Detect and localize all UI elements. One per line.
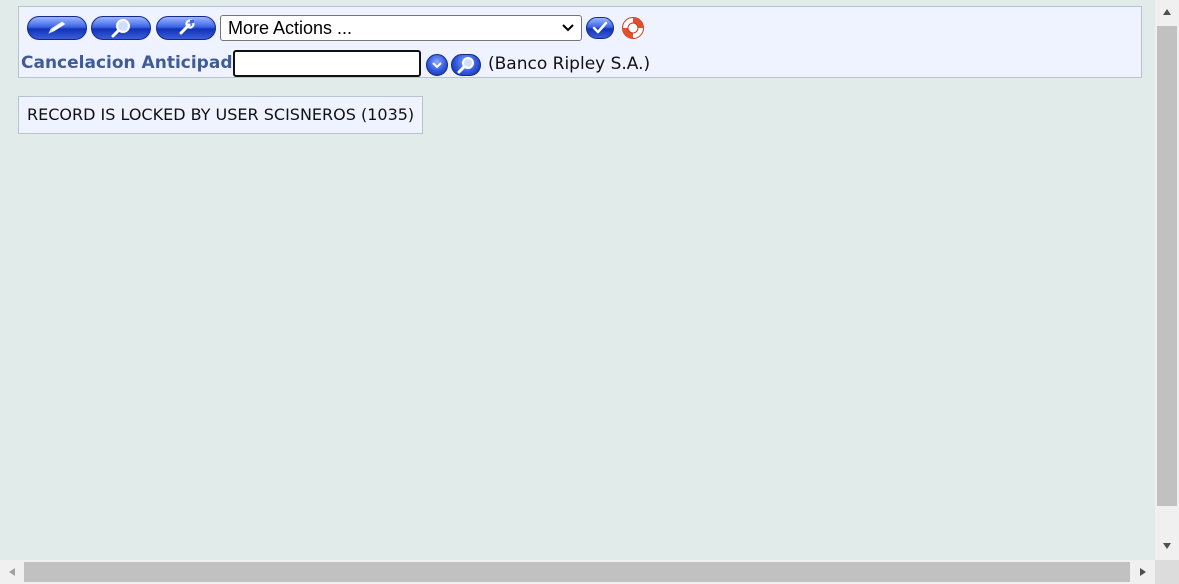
checkmark-icon [592, 21, 608, 34]
confirm-button[interactable] [586, 17, 614, 39]
tools-button[interactable] [156, 16, 216, 40]
scroll-right-arrow[interactable] [1131, 560, 1155, 584]
cancelacion-input[interactable] [233, 50, 421, 77]
scroll-up-arrow[interactable] [1155, 0, 1179, 24]
more-actions-selected: More Actions ... [228, 18, 353, 38]
horizontal-scroll-thumb[interactable] [24, 562, 1130, 582]
toolbar-panel: More Actions ... Cancelacion Anticipada [18, 6, 1142, 78]
chevron-down-icon [562, 24, 574, 32]
triangle-up-icon [1163, 9, 1171, 15]
lifebuoy-icon[interactable] [621, 16, 645, 40]
search-button[interactable] [91, 16, 151, 40]
horizontal-scrollbar[interactable] [0, 560, 1155, 584]
dropdown-button[interactable] [426, 54, 448, 76]
vertical-scroll-thumb[interactable] [1157, 26, 1177, 506]
more-actions-select[interactable]: More Actions ... [220, 15, 582, 41]
lookup-button[interactable] [451, 54, 481, 76]
scroll-left-arrow[interactable] [0, 560, 24, 584]
magnifier-icon [111, 19, 130, 38]
edit-button[interactable] [27, 16, 87, 40]
record-locked-message: RECORD IS LOCKED BY USER SCISNEROS (1035… [18, 96, 423, 134]
triangle-down-icon [1163, 543, 1171, 549]
page-viewport: More Actions ... Cancelacion Anticipada [0, 0, 1155, 560]
bank-name: (Banco Ripley S.A.) [488, 54, 651, 74]
chevron-down-icon [432, 62, 442, 69]
magnifier-icon [457, 57, 474, 74]
triangle-left-icon [9, 568, 15, 576]
scrollbar-corner [1155, 560, 1179, 584]
field-label-cancelacion: Cancelacion Anticipada [21, 53, 244, 73]
scroll-down-arrow[interactable] [1155, 534, 1179, 558]
triangle-right-icon [1140, 568, 1146, 576]
pencil-icon [48, 21, 66, 34]
vertical-scrollbar[interactable] [1155, 0, 1179, 560]
wrench-icon [179, 19, 195, 35]
